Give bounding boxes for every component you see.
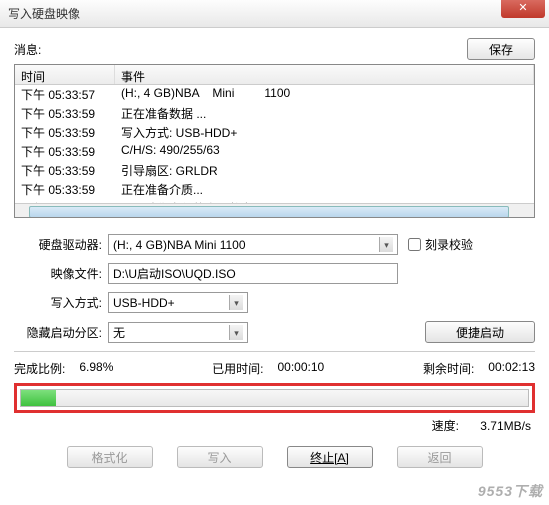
chevron-down-icon: ▾	[229, 295, 243, 310]
format-button: 格式化	[67, 446, 153, 468]
progress-bar	[20, 389, 529, 407]
log-row: 下午 05:33:59正在准备数据 ...	[15, 104, 534, 123]
image-file-label: 映像文件:	[14, 265, 108, 282]
elapsed-value: 00:00:10	[277, 360, 324, 377]
col-event: 事件	[115, 65, 534, 84]
watermark: 9553下载	[478, 481, 543, 501]
chevron-down-icon: ▾	[229, 325, 243, 340]
hidden-partition-select[interactable]: 无 ▾	[108, 322, 248, 343]
drive-select[interactable]: (H:, 4 GB)NBA Mini 1100 ▾	[108, 234, 398, 255]
ratio-label: 完成比例:	[14, 360, 65, 377]
close-button[interactable]: ✕	[501, 0, 545, 18]
burn-verify-checkbox[interactable]: 刻录校验	[408, 236, 473, 253]
log-row: 下午 05:33:57(H:, 4 GB)NBA Mini 1100	[15, 85, 534, 104]
image-file-input[interactable]	[108, 263, 398, 284]
remain-value: 00:02:13	[488, 360, 535, 377]
log-row: 下午 05:33:59写入方式: USB-HDD+	[15, 123, 534, 142]
remain-label: 剩余时间:	[423, 360, 474, 377]
log-header: 时间 事件	[15, 65, 534, 85]
col-time: 时间	[15, 65, 115, 84]
titlebar: 写入硬盘映像 ✕	[0, 0, 549, 28]
speed-value: 3.71MB/s	[480, 419, 531, 433]
write-method-label: 写入方式:	[14, 294, 108, 311]
progress-fill	[21, 390, 56, 406]
save-button[interactable]: 保存	[467, 38, 535, 60]
log-rows[interactable]: 下午 05:33:57(H:, 4 GB)NBA Mini 1100下午 05:…	[15, 85, 534, 203]
elapsed-label: 已用时间:	[212, 360, 263, 377]
log-row: 下午 05:33:59C/H/S: 490/255/63	[15, 142, 534, 161]
abort-button[interactable]: 终止[A]	[287, 446, 373, 468]
hidden-partition-label: 隐藏启动分区:	[14, 324, 108, 341]
progress-highlight	[14, 383, 535, 413]
ratio-value: 6.98%	[79, 360, 113, 377]
log-row: 下午 05:33:59引导扇区: GRLDR	[15, 161, 534, 180]
messages-label: 消息:	[14, 41, 41, 58]
back-button: 返回	[397, 446, 483, 468]
log-box: 时间 事件 下午 05:33:57(H:, 4 GB)NBA Mini 1100…	[14, 64, 535, 218]
write-method-select[interactable]: USB-HDD+ ▾	[108, 292, 248, 313]
portable-boot-button[interactable]: 便捷启动	[425, 321, 535, 343]
window-title: 写入硬盘映像	[8, 5, 80, 22]
write-button: 写入	[177, 446, 263, 468]
divider	[14, 351, 535, 352]
horizontal-scrollbar[interactable]	[15, 203, 534, 218]
log-row: 下午 05:33:59正在准备介质...	[15, 180, 534, 199]
chevron-down-icon: ▾	[379, 237, 393, 252]
drive-label: 硬盘驱动器:	[14, 236, 108, 253]
speed-label: 速度:	[432, 419, 459, 433]
